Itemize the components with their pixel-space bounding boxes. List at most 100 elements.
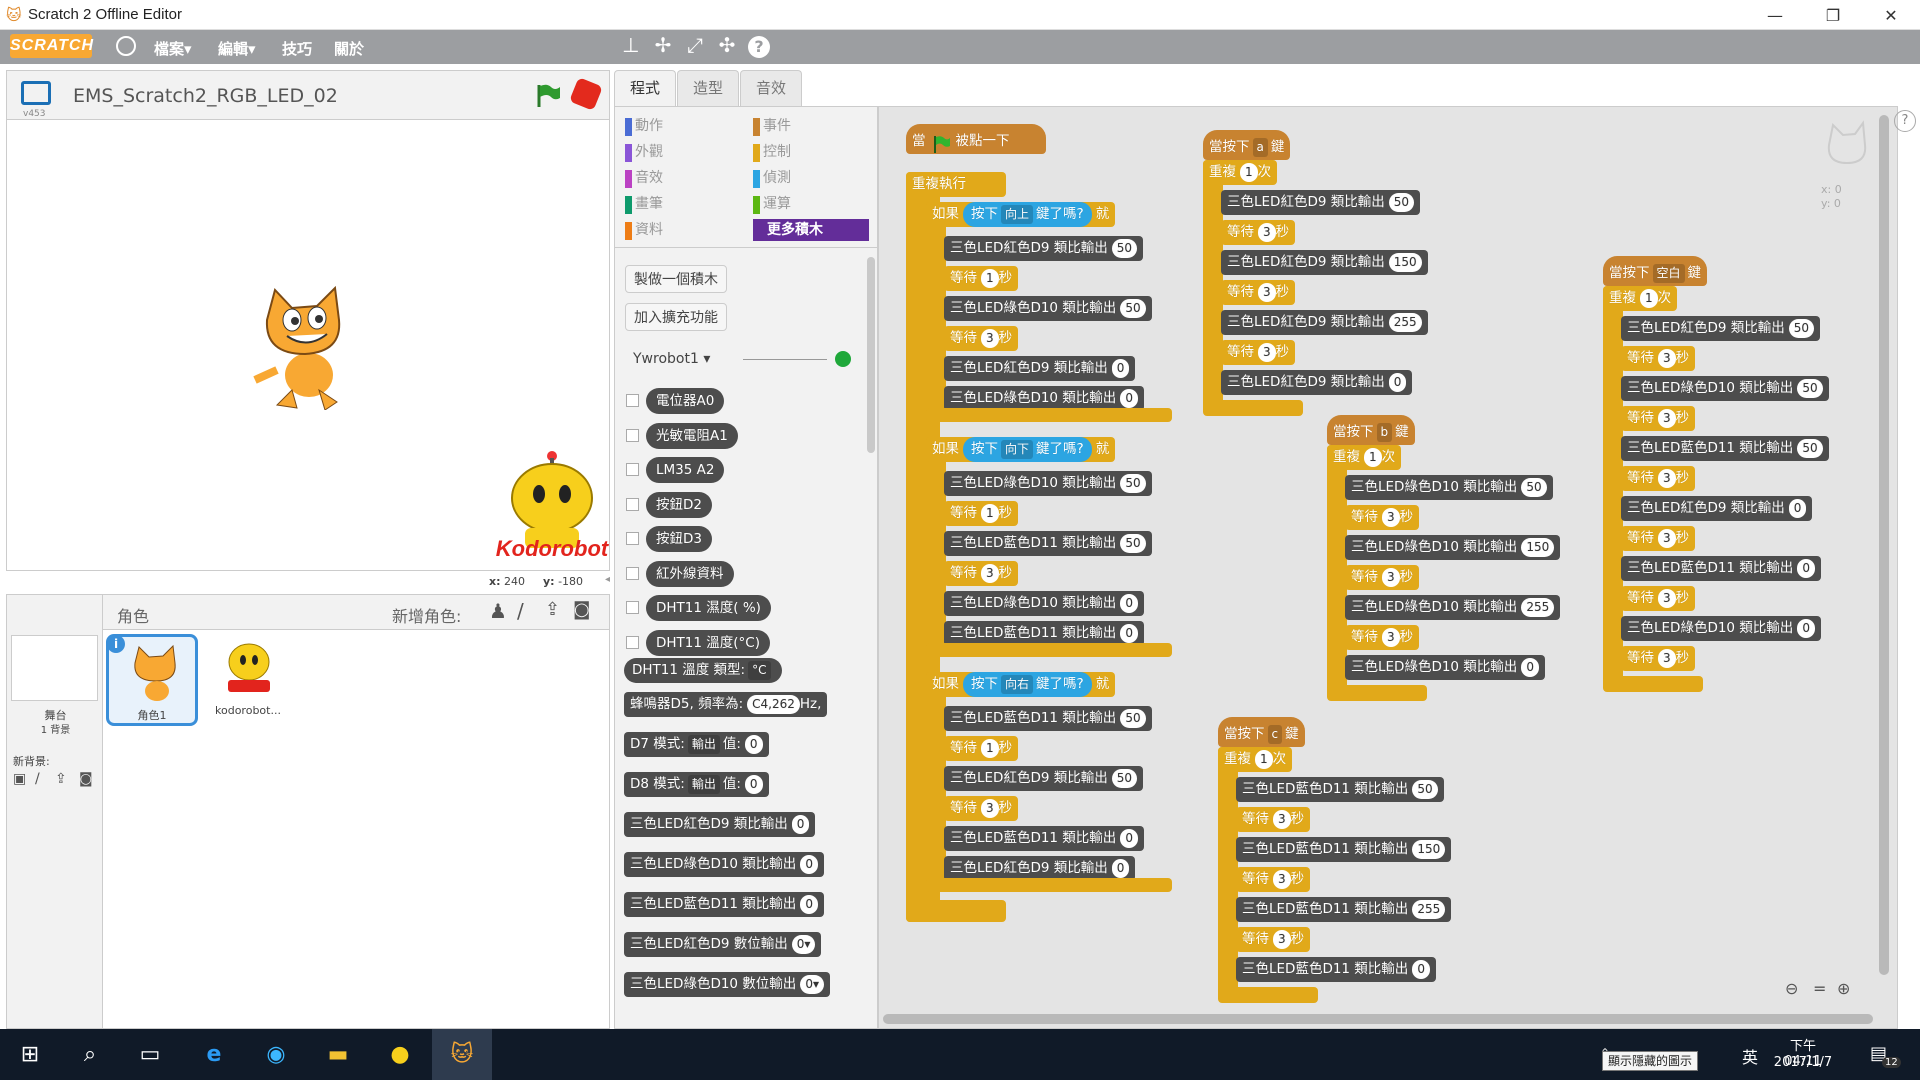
help-icon[interactable]: ?	[748, 36, 770, 58]
menu-file[interactable]: 檔案▾	[154, 38, 192, 59]
category-data[interactable]: 資料	[625, 219, 745, 241]
forever-block[interactable]: 重複執行	[906, 172, 1006, 197]
scratch-app-icon[interactable]: 🐱	[432, 1029, 492, 1080]
reporter-checkbox[interactable]	[626, 566, 639, 580]
reporter-lm35-a2[interactable]: LM35 A2	[646, 457, 725, 483]
led-output-block[interactable]: 三色LED藍色D11 類比輸出 0	[944, 826, 1144, 851]
search-icon[interactable]: ⌕	[60, 1029, 120, 1080]
buzzer-block[interactable]: 蜂鳴器D5, 頻率為: C4,262 Hz,	[624, 692, 828, 717]
led-output-block[interactable]: 三色LED綠色D10 類比輸出 150	[1345, 535, 1561, 560]
stamp-icon[interactable]: ⊥	[618, 33, 644, 61]
tab-costumes[interactable]: 造型	[677, 70, 739, 106]
led-output-block[interactable]: 三色LED藍色D11 類比輸出 150	[1236, 837, 1452, 862]
green-flag-icon[interactable]	[535, 83, 561, 107]
backdrop-camera-icon[interactable]: ◙	[79, 771, 93, 787]
category-pen[interactable]: 畫筆	[625, 193, 745, 215]
wait-block[interactable]: 等待 3 秒	[1236, 807, 1311, 832]
menu-tips[interactable]: 技巧	[282, 38, 312, 59]
upload-sprite-icon[interactable]: ⇪	[545, 599, 560, 620]
camera-icon[interactable]: ◙	[573, 599, 590, 620]
led-output-block[interactable]: 三色LED綠色D10 類比輸出 0	[1345, 655, 1545, 680]
paint-backdrop-icon[interactable]: /	[35, 771, 40, 787]
led-output-block[interactable]: 三色LED綠色D10 類比輸出 50	[944, 471, 1152, 496]
led-output-block[interactable]: 三色LED紅色D9 類比輸出 255	[1221, 310, 1428, 335]
key-pressed-sensing[interactable]: 按下 向上 鍵了嗎?	[963, 202, 1092, 227]
if-block[interactable]: 如果 按下 向右 鍵了嗎? 就	[926, 672, 1116, 697]
wait-block[interactable]: 等待 3 秒	[944, 796, 1019, 821]
reporter-checkbox[interactable]	[626, 497, 639, 511]
led-command-block[interactable]: 三色LED紅色D9 數位輸出 0▾	[624, 932, 822, 957]
wait-block[interactable]: 等待 3 秒	[1236, 927, 1311, 952]
led-command-block[interactable]: 三色LED紅色D9 類比輸出 0	[624, 812, 816, 837]
help-panel-icon[interactable]: ?	[1894, 110, 1916, 132]
sprite-thumb-cat[interactable]: i 角色1	[106, 634, 198, 726]
led-output-block[interactable]: 三色LED紅色D9 類比輸出 50	[944, 766, 1144, 791]
led-output-block[interactable]: 三色LED紅色D9 類比輸出 150	[1221, 250, 1428, 275]
menu-about[interactable]: 關於	[334, 38, 364, 59]
wait-block[interactable]: 等待 3 秒	[1221, 220, 1296, 245]
category-motion[interactable]: 動作	[625, 115, 745, 137]
wait-block[interactable]: 等待 3 秒	[1621, 406, 1696, 431]
wait-block[interactable]: 等待 3 秒	[1236, 867, 1311, 892]
led-output-block[interactable]: 三色LED紅色D9 類比輸出 0	[1221, 370, 1413, 395]
wait-block[interactable]: 等待 1 秒	[944, 501, 1019, 526]
extension-name[interactable]: Ywrobot1 ▾	[633, 351, 710, 367]
dht11-type-reporter[interactable]: DHT11 溫度 類型: °C	[624, 658, 782, 683]
led-output-block[interactable]: 三色LED綠色D10 類比輸出 0	[1621, 616, 1821, 641]
wait-block[interactable]: 等待 3 秒	[1621, 346, 1696, 371]
led-output-block[interactable]: 三色LED綠色D10 類比輸出 255	[1345, 595, 1561, 620]
kodorobot-sprite[interactable]: Kodorobot	[495, 450, 609, 568]
close-button[interactable]: ✕	[1862, 0, 1920, 30]
sprite-library-icon[interactable]: ♟	[489, 599, 507, 623]
maximize-button[interactable]: ❐	[1804, 0, 1862, 30]
reporter-checkbox[interactable]	[626, 532, 639, 545]
zoom-reset-icon[interactable]: =	[1813, 979, 1826, 998]
palette-scrollbar[interactable]	[867, 257, 875, 453]
when-key-pressed-hat[interactable]: 當按下 a 鍵	[1203, 130, 1291, 160]
cut-icon[interactable]: ✢	[650, 33, 676, 61]
globe-icon[interactable]	[116, 36, 136, 56]
scripts-vscroll[interactable]	[1879, 115, 1889, 975]
stage-canvas[interactable]: Kodorobot	[6, 119, 610, 571]
zoom-in-icon[interactable]: ⊕	[1837, 979, 1850, 998]
zoom-out-icon[interactable]: ⊖	[1785, 979, 1798, 998]
when-key-pressed-hat[interactable]: 當按下 c 鍵	[1218, 717, 1305, 747]
wait-block[interactable]: 等待 3 秒	[1345, 565, 1420, 590]
kodorobot-app-icon[interactable]: ●	[370, 1029, 430, 1080]
repeat-block[interactable]: 重複 1 次	[1327, 445, 1402, 470]
reporter-checkbox[interactable]	[626, 601, 639, 614]
led-output-block[interactable]: 三色LED紅色D9 類比輸出 50	[1621, 316, 1821, 341]
led-command-block[interactable]: 三色LED藍色D11 類比輸出 0	[624, 892, 824, 917]
reporter-dht11-temp[interactable]: DHT11 溫度(°C)	[646, 629, 770, 656]
category-looks[interactable]: 外觀	[625, 141, 745, 163]
wait-block[interactable]: 等待 3 秒	[1221, 280, 1296, 305]
led-output-block[interactable]: 三色LED紅色D9 類比輸出 0	[944, 356, 1136, 381]
edge-icon[interactable]: e	[184, 1029, 244, 1080]
wait-block[interactable]: 等待 1 秒	[944, 266, 1019, 291]
led-output-block[interactable]: 三色LED藍色D11 類比輸出 255	[1236, 897, 1452, 922]
when-key-pressed-hat[interactable]: 當按下 空白鍵	[1603, 256, 1708, 286]
key-pressed-sensing[interactable]: 按下 向右 鍵了嗎?	[963, 672, 1092, 697]
project-title[interactable]: EMS_Scratch2_RGB_LED_02	[73, 85, 338, 107]
scratch-cat-sprite[interactable]	[247, 280, 367, 410]
fullscreen-icon[interactable]	[21, 81, 51, 105]
wait-block[interactable]: 等待 3 秒	[1345, 625, 1420, 650]
info-icon[interactable]: i	[107, 635, 125, 653]
task-view-icon[interactable]: ▭	[120, 1029, 180, 1080]
reporter-light-sensor-a1[interactable]: 光敏電阻A1	[646, 422, 738, 449]
key-pressed-sensing[interactable]: 按下 向下 鍵了嗎?	[963, 437, 1092, 462]
grow-icon[interactable]: ⤢	[682, 33, 708, 61]
sprite-thumb-kodorobot[interactable]: kodorobot...	[202, 634, 294, 726]
led-output-block[interactable]: 三色LED綠色D10 類比輸出 50	[1621, 376, 1829, 401]
category-control[interactable]: 控制	[753, 141, 869, 163]
collapse-stage-icon[interactable]: ◂	[605, 574, 610, 585]
tab-sounds[interactable]: 音效	[740, 70, 802, 106]
category-sensing[interactable]: 偵測	[753, 167, 869, 189]
reporter-dht11-humidity[interactable]: DHT11 濕度( %)	[646, 595, 771, 621]
wait-block[interactable]: 等待 3 秒	[1621, 646, 1696, 671]
file-explorer-icon[interactable]: ▬	[308, 1029, 368, 1080]
led-output-block[interactable]: 三色LED綠色D10 類比輸出 0	[944, 591, 1144, 616]
wait-block[interactable]: 等待 3 秒	[944, 326, 1019, 351]
minimize-button[interactable]: —	[1746, 0, 1804, 30]
led-output-block[interactable]: 三色LED綠色D10 類比輸出 50	[1345, 475, 1553, 500]
